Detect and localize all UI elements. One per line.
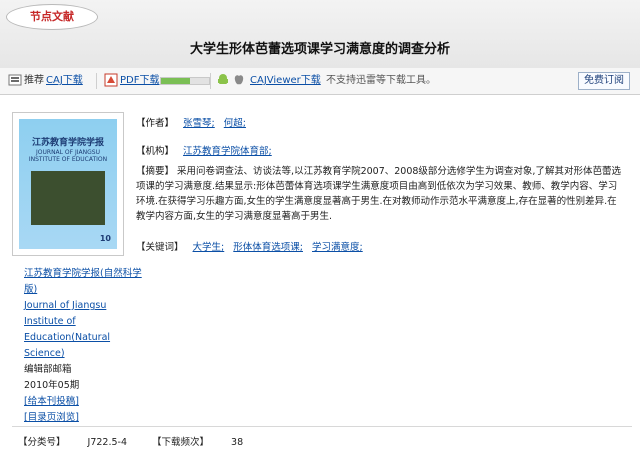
cover-subtitle: JOURNAL OF JIANGSU INSTITUTE OF EDUCATIO… [28, 149, 108, 163]
keywords-row: 【关键词】 大学生; 形体体育选项课; 学习满意度; [136, 240, 622, 256]
recommend-icon [8, 74, 22, 86]
header-bar: 节点文献 大学生形体芭蕾选项课学习满意度的调查分析 [0, 0, 640, 69]
downloads-label: 【下载频次】 [152, 437, 210, 448]
org-row: 【机构】 江苏教育学院体育部; [136, 144, 636, 160]
download-toolbar: 推荐 CAJ下载 PDF下载 CAJViewer下载 不支持迅雷等下载工具。 免… [0, 68, 640, 95]
recommend-label: 推荐 [24, 75, 44, 86]
android-icon[interactable] [216, 73, 230, 87]
pdf-progress-bar [160, 77, 210, 85]
cover-image: 江苏教育学院学报 JOURNAL OF JIANGSU INSTITUTE OF… [19, 119, 117, 249]
toc-link[interactable]: [目录页浏览] [24, 410, 144, 426]
node-literature-badge: 节点文献 [6, 4, 98, 30]
pdf-icon [104, 73, 118, 87]
abstract-text: 采用问卷调查法、访谈法等,以江苏教育学院2007、2008级部分选修学生为调查对… [136, 166, 621, 222]
page-title: 大学生形体芭蕾选项课学习满意度的调查分析 [189, 42, 450, 57]
journal-editor-email: 编辑部邮箱 [24, 364, 72, 375]
cajviewer-download-link[interactable]: CAJViewer下载 [250, 73, 321, 89]
footer-divider [12, 426, 632, 427]
abstract-label: 【摘要】 [136, 166, 175, 177]
author-2[interactable]: 何超; [224, 118, 246, 129]
footer-meta: 【分类号】 J722.5-4 【下载频次】 38 [18, 434, 618, 448]
cover-title: 江苏教育学院学报 [31, 138, 104, 148]
abstract-block: 【摘要】 采用问卷调查法、访谈法等,以江苏教育学院2007、2008级部分选修学… [136, 164, 622, 224]
journal-cover[interactable]: 江苏教育学院学报 JOURNAL OF JIANGSU INSTITUTE OF… [12, 112, 124, 256]
pdf-download-link[interactable]: PDF下载 [120, 73, 159, 89]
keyword-3[interactable]: 学习满意度; [312, 242, 363, 253]
keywords-label: 【关键词】 [136, 242, 184, 253]
keyword-2[interactable]: 形体体育选项课; [233, 242, 303, 253]
author-label: 【作者】 [136, 118, 175, 129]
download-notice: 不支持迅雷等下载工具。 [326, 75, 436, 86]
class-value: J722.5-4 [87, 437, 127, 448]
author-1[interactable]: 张雪琴; [183, 118, 215, 129]
cover-photo [31, 171, 105, 225]
journal-cn-name[interactable]: 江苏教育学院学报(自然科学版) [24, 266, 144, 298]
divider [96, 73, 97, 89]
class-label: 【分类号】 [18, 437, 66, 448]
pdf-progress-fill [161, 78, 190, 84]
author-row: 【作者】 张雪琴; 何超; [136, 116, 636, 132]
apple-icon[interactable] [232, 73, 246, 87]
org-link[interactable]: 江苏教育学院体育部; [183, 146, 272, 157]
journal-issue-date: 2010年05期 [24, 380, 80, 391]
cover-issue-number: 10 [99, 234, 111, 243]
divider [210, 73, 211, 89]
downloads-value: 38 [231, 437, 244, 448]
subscribe-button[interactable]: 免费订阅 [578, 72, 630, 90]
keyword-1[interactable]: 大学生; [193, 242, 225, 253]
journal-en-name[interactable]: Journal of Jiangsu Institute of Educatio… [24, 298, 144, 362]
submit-link[interactable]: [给本刊投稿] [24, 394, 144, 410]
org-label: 【机构】 [136, 146, 175, 157]
caj-download-link[interactable]: CAJ下载 [46, 73, 83, 89]
journal-info: 江苏教育学院学报(自然科学版) Journal of Jiangsu Insti… [24, 266, 144, 426]
